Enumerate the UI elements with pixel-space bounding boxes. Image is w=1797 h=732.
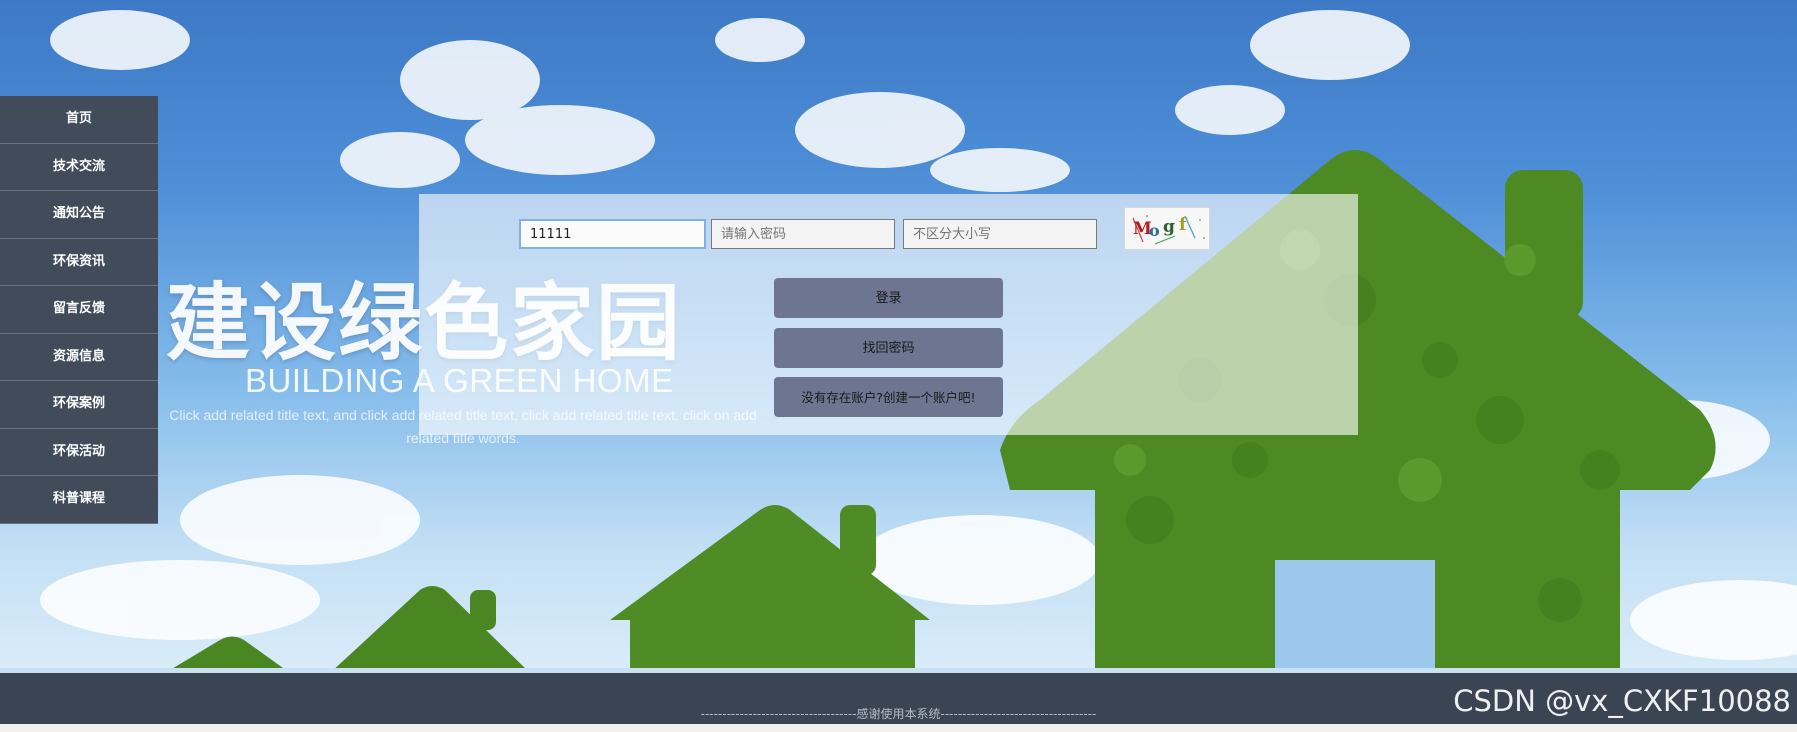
svg-text:f: f (1179, 215, 1188, 235)
svg-text:o: o (1149, 221, 1160, 240)
sidebar-item-eco-activities[interactable]: 环保活动 (0, 429, 158, 476)
captcha-graphic: M o g f (1132, 215, 1205, 245)
sidebar-item-feedback[interactable]: 留言反馈 (0, 286, 158, 334)
sidebar-item-science-courses[interactable]: 科普课程 (0, 476, 158, 524)
sidebar-item-eco-cases[interactable]: 环保案例 (0, 381, 158, 429)
password-input[interactable] (711, 219, 895, 249)
forgot-password-button[interactable]: 找回密码 (774, 328, 1003, 368)
csdn-watermark: CSDN @vx_CXKF10088 (1453, 684, 1791, 718)
captcha-image[interactable]: M o g f (1124, 207, 1210, 250)
create-account-button[interactable]: 没有存在账户?创建一个账户吧! (774, 377, 1003, 417)
login-panel: M o g f 登录 找回密码 没有存在账户?创建一个账户吧! (419, 194, 1358, 435)
sidebar-item-tech-exchange[interactable]: 技术交流 (0, 144, 158, 191)
sidebar-nav: 首页 技术交流 通知公告 环保资讯 留言反馈 资源信息 环保案例 环保活动 科普… (0, 96, 158, 524)
login-button[interactable]: 登录 (774, 278, 1003, 318)
sidebar-item-resources[interactable]: 资源信息 (0, 334, 158, 381)
captcha-input[interactable] (903, 219, 1097, 249)
bottom-strip (0, 724, 1797, 732)
username-input[interactable] (519, 219, 706, 249)
sidebar-item-home[interactable]: 首页 (0, 96, 158, 144)
svg-text:g: g (1163, 217, 1175, 237)
sidebar-item-eco-news[interactable]: 环保资讯 (0, 239, 158, 286)
sidebar-item-notices[interactable]: 通知公告 (0, 191, 158, 239)
